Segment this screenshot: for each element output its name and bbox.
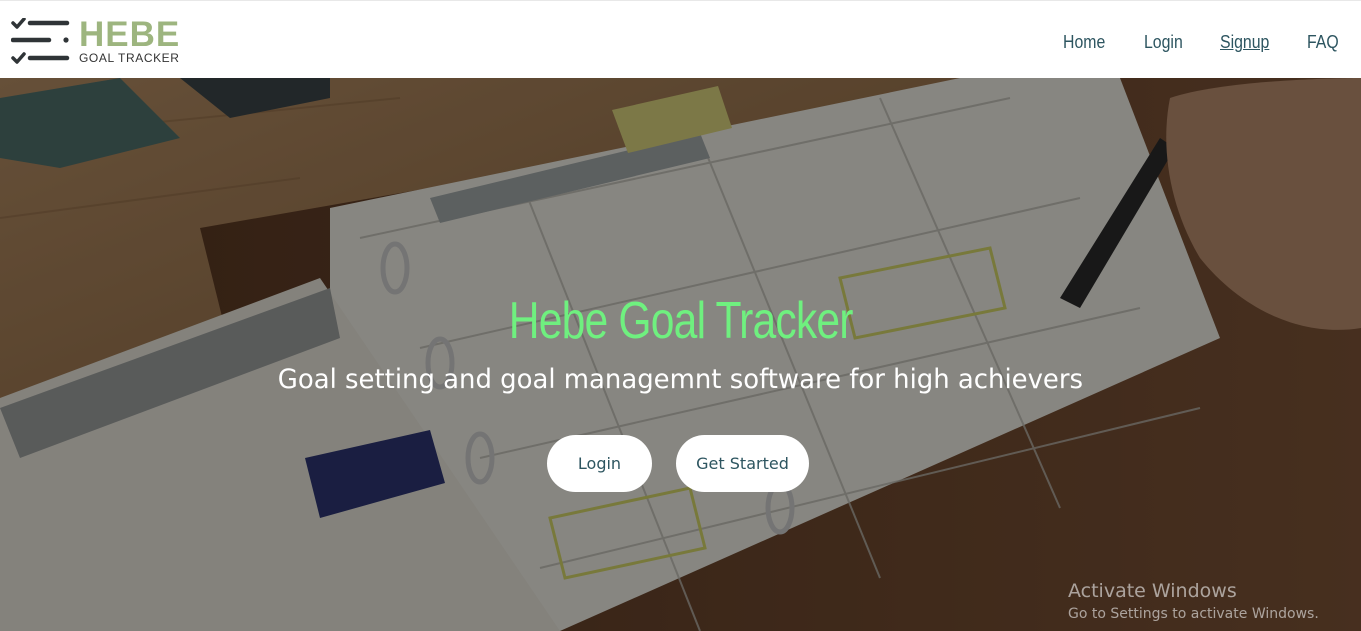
activate-windows-subtitle: Go to Settings to activate Windows. [1068, 606, 1319, 622]
hero-title: Hebe Goal Tracker [508, 292, 854, 350]
logo-title: HEBE [79, 15, 181, 54]
activate-windows-title: Activate Windows [1068, 580, 1237, 602]
nav-home-link[interactable]: Home [1063, 31, 1105, 53]
hero-section: Hebe Goal Tracker Goal setting and goal … [0, 78, 1361, 631]
top-navbar: HEBE GOAL TRACKER Home Login Signup FAQ [0, 0, 1361, 78]
hero-login-button[interactable]: Login [547, 435, 652, 492]
nav-login-link[interactable]: Login [1144, 31, 1183, 53]
get-started-button[interactable]: Get Started [676, 435, 809, 492]
nav-faq-link[interactable]: FAQ [1307, 31, 1339, 53]
brand-logo[interactable]: HEBE GOAL TRACKER [11, 15, 191, 68]
hero-subtitle: Goal setting and goal managemnt software… [277, 364, 1084, 395]
logo-subtitle: GOAL TRACKER [79, 51, 180, 65]
hero-dark-overlay [0, 78, 1361, 631]
nav-signup-link[interactable]: Signup [1220, 31, 1269, 53]
checklist-icon [11, 18, 70, 64]
